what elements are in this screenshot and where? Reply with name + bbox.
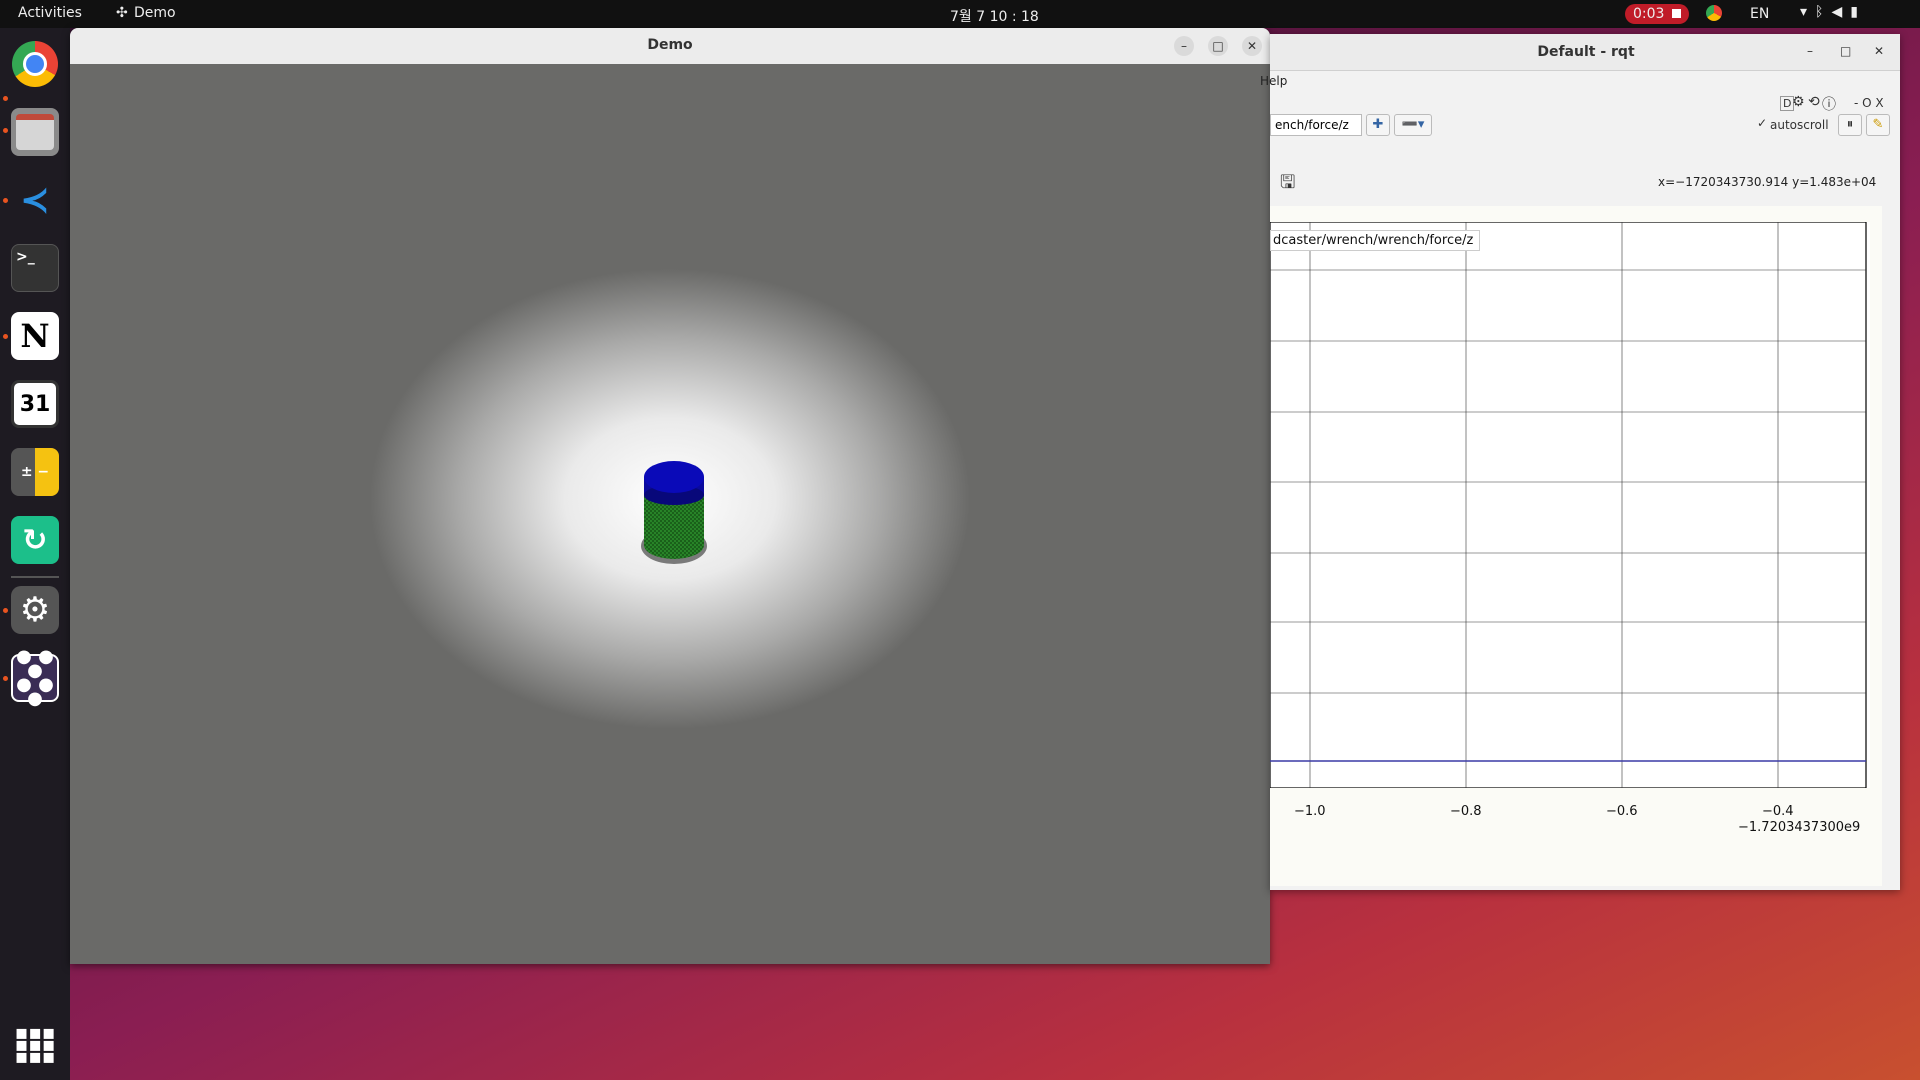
vscode-icon[interactable]: ≺ <box>11 176 59 224</box>
maximize-button[interactable]: □ <box>1208 36 1228 56</box>
remove-topic-button[interactable]: ➖▾ <box>1394 114 1432 136</box>
calendar-icon[interactable]: 31 <box>11 380 59 428</box>
volume-icon: ◀ <box>1831 4 1851 20</box>
system-tray[interactable]: ▾ᛒ◀▮ <box>1800 4 1866 20</box>
running-indicator <box>3 334 8 339</box>
3d-viewport[interactable] <box>70 64 1270 964</box>
minimize-button[interactable]: – <box>1807 44 1813 58</box>
demo-title: Demo <box>647 37 693 53</box>
maximize-button[interactable]: □ <box>1840 44 1851 58</box>
running-indicator <box>3 96 8 101</box>
save-icon[interactable]: 🖫 <box>1280 170 1295 200</box>
running-indicator <box>3 676 8 681</box>
x-tick-label: −1.0 <box>1294 804 1326 819</box>
wifi-icon: ▾ <box>1800 4 1816 20</box>
x-tick-label: −0.6 <box>1606 804 1638 819</box>
x-tick-label: −0.8 <box>1450 804 1482 819</box>
demo-window: Demo – □ ✕ <box>70 28 1270 964</box>
cylinder-object <box>641 461 707 564</box>
chrome-tray-icon[interactable] <box>1706 5 1722 21</box>
terminal-icon[interactable]: >_ <box>11 244 59 292</box>
help-icon[interactable]: ⓘ <box>1822 94 1836 114</box>
rqt-titlebar[interactable]: Default - rqt – □ ✕ <box>1270 34 1900 71</box>
gear-icon[interactable]: ⚙ <box>1792 94 1805 110</box>
rqt-window: Default - rqt – □ ✕ Help D ⚙ ⟲ ⓘ - O X e… <box>1260 34 1900 890</box>
demo-titlebar[interactable]: Demo – □ ✕ <box>70 28 1270 65</box>
clock[interactable]: 7월 7 10 : 18 <box>950 6 1039 26</box>
plugin-controls[interactable]: - O X <box>1854 96 1884 110</box>
topic-input[interactable]: ench/force/z <box>1270 114 1362 136</box>
dock: ≺ >_ N 31 ± − ↻ ⚙ ● ● ● ● ● ● ▪▪▪ ▪▪▪ ▪▪▪ <box>0 28 70 1080</box>
running-indicator <box>3 128 8 133</box>
language-indicator[interactable]: EN <box>1750 6 1769 22</box>
recording-time: 0:03 <box>1633 6 1665 22</box>
apps-icon[interactable]: ● ● ● ● ● ● <box>11 648 59 708</box>
files-icon[interactable] <box>11 108 59 156</box>
refresh-icon[interactable]: ⟲ <box>1808 94 1820 110</box>
menu-help[interactable]: Help <box>1260 74 1287 88</box>
pause-button[interactable]: ⏸ <box>1838 114 1862 136</box>
settings-icon[interactable]: ⚙ <box>11 586 59 634</box>
autoscroll-checkbox[interactable]: ✓ <box>1757 116 1767 130</box>
app-icon: ✣ <box>116 5 128 21</box>
stop-icon <box>1672 9 1682 18</box>
top-bar: Activities ✣ Demo 7월 7 10 : 18 0:03 EN ▾ᛒ… <box>0 0 1920 28</box>
x-tick-label: −0.4 <box>1762 804 1794 819</box>
battery-icon: ▮ <box>1850 4 1866 20</box>
minimize-button[interactable]: – <box>1174 36 1194 56</box>
close-button[interactable]: ✕ <box>1242 36 1262 56</box>
cursor-coordinates: x=−1720343730.914 y=1.483e+04 <box>1658 175 1877 189</box>
chrome-icon[interactable] <box>11 40 59 88</box>
show-applications-icon[interactable]: ▪▪▪ ▪▪▪ ▪▪▪ <box>11 1020 59 1068</box>
running-indicator <box>3 608 8 613</box>
plot-canvas[interactable] <box>1270 222 1870 788</box>
x-axis-offset: −1.7203437300e9 <box>1738 820 1861 835</box>
plot-legend: dcaster/wrench/wrench/force/z <box>1270 230 1481 251</box>
running-indicator <box>3 198 8 203</box>
close-button[interactable]: ✕ <box>1874 44 1884 58</box>
bluetooth-icon: ᛒ <box>1815 4 1832 20</box>
calculator-icon[interactable]: ± − <box>11 448 59 496</box>
sync-icon[interactable]: ↻ <box>11 516 59 564</box>
clear-button[interactable]: ✎ <box>1866 114 1890 136</box>
recording-indicator[interactable]: 0:03 <box>1625 4 1690 24</box>
activities-button[interactable]: Activities <box>18 5 82 21</box>
app-menu-label: Demo <box>134 5 176 21</box>
dock-separator <box>11 576 59 578</box>
app-menu[interactable]: ✣ Demo <box>116 5 176 21</box>
add-topic-button[interactable]: ✚ <box>1366 114 1390 136</box>
notion-icon[interactable]: N <box>11 312 59 360</box>
menu-bar: Help <box>1260 70 1900 92</box>
autoscroll-label: autoscroll <box>1770 118 1829 132</box>
